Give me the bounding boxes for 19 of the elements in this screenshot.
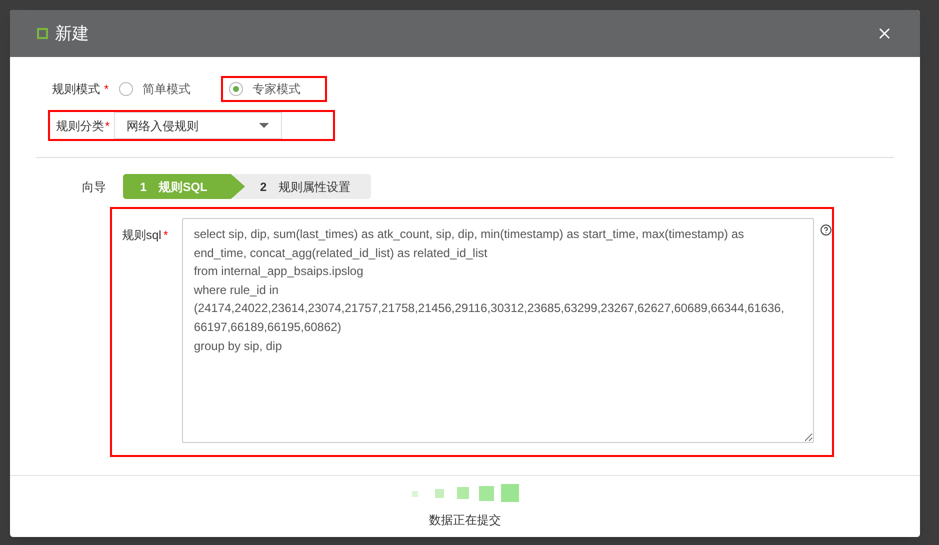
wizard-label: 向导	[82, 178, 107, 196]
field-label: 规则分类	[56, 118, 104, 134]
radio-button[interactable]	[118, 82, 133, 96]
category-select[interactable]: 网络入侵规则	[114, 112, 282, 139]
required-mark: *	[163, 227, 168, 244]
radio-label[interactable]: 专家模式	[252, 80, 301, 98]
required-mark: *	[104, 81, 109, 98]
loading-status-text: 数据正在提交	[429, 512, 501, 529]
radio-button[interactable]	[228, 82, 243, 96]
square-icon	[37, 28, 48, 39]
help-icon[interactable]	[820, 224, 832, 236]
field-label: 规则模式	[52, 81, 100, 98]
required-mark: *	[105, 118, 110, 134]
dialog-title: 新建	[55, 22, 89, 45]
field-label: 规则sql	[122, 227, 162, 244]
radio-label[interactable]: 简单模式	[142, 80, 191, 98]
wizard-step[interactable]: 2 规则属性设置	[233, 174, 371, 199]
sql-field[interactable]: select sip, dip, sum(last_times) as atk_count, sip, dip, min(timestamp) as start_time, max(timestamp) as end_time, concat_agg(related_id_list) as related_id_list from internal_app_bsaips.ipslog where rule_id in (24174,24022,23614,23074,21757,21758,21456,29116,30312,23685,63299,23267,62627,60689,66344,61636, 66197,66189,66195,60862) group by sip, dip	[182, 218, 814, 443]
caret-icon	[258, 123, 269, 128]
